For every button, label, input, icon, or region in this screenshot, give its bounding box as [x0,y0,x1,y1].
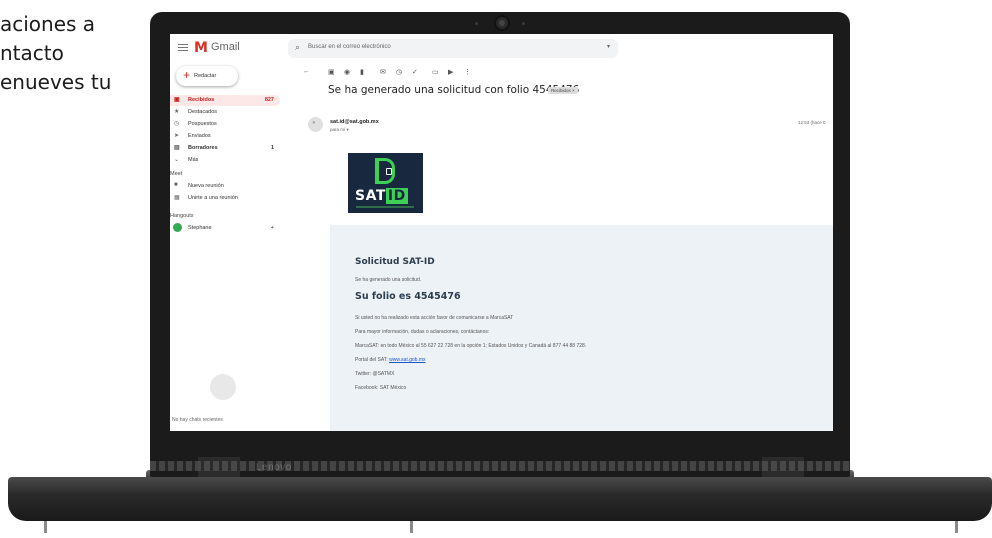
sat-id-mark-icon [375,158,395,184]
mark-unread-icon[interactable]: ✉ [380,68,386,76]
search-input[interactable]: ⌕ Buscar en el correo electrónico ▾ [288,39,618,58]
inbox-label-chip[interactable]: Recibidos × [548,87,578,94]
logo-wordmark: SAT ID [355,188,408,204]
snooze-icon[interactable]: ◷ [396,68,402,76]
gmail-logo-icon: M [194,40,208,56]
email-timestamp: 12:53 (hace 0 [798,120,826,125]
add-task-icon[interactable]: ✓ [412,68,418,76]
side-caption-line: ntacto [0,41,64,65]
person-icon: ● [312,120,316,126]
sidebar-item-new-meeting[interactable]: ■ Nueva reunión [170,181,280,192]
product-name: Gmail [211,41,240,53]
clock-icon: ◷ [174,121,180,127]
facebook-line: Facebook: SAT México [355,385,407,391]
sidebar-item-inbox[interactable]: ▣ Recibidos 827 [170,95,280,106]
generated-text: Se ha generado una solicitud. [355,277,422,283]
portal-line: Portal del SAT: www.sat.gob.mx [355,357,426,363]
recipient-details[interactable]: para mí ▾ [330,127,349,133]
report-spam-icon[interactable]: ◉ [344,68,350,76]
menu-icon[interactable] [178,44,188,51]
chat-bubble-icon [210,374,236,400]
lock-icon [386,168,392,175]
more-options-icon[interactable]: ⋮ [464,68,471,76]
delete-icon[interactable]: ▮ [360,68,364,76]
star-icon: ★ [174,109,180,115]
laptop-foot [410,521,413,533]
folio-heading: Su folio es 4545476 [355,291,461,302]
sidebar-item-sent[interactable]: ➤ Enviados [170,131,280,142]
compose-label: Redactar [194,73,217,79]
chevron-down-icon: ⌄ [174,157,180,163]
sidebar-item-join-meeting[interactable]: ▦ Unirte a una reunión [170,193,280,204]
laptop-lid: Lenovo M Gmail ⌕ Buscar en el correo ele… [150,12,850,477]
keyboard-icon: ▦ [174,195,180,201]
sidebar-item-starred[interactable]: ★ Destacados [170,107,280,118]
laptop-screen: M Gmail ⌕ Buscar en el correo electrónic… [170,34,833,431]
side-caption-line: aciones a [0,12,96,36]
chevron-down-icon[interactable]: ▾ [607,43,610,50]
search-placeholder: Buscar en el correo electrónico [308,44,391,50]
no-chats-text: No hay chats recientes [172,417,223,423]
body-line: Para mayor información, dudas o aclaraci… [355,329,490,335]
webcam-icon [496,17,508,29]
panel-title: Solicitud SAT-ID [355,257,435,267]
back-arrow-icon[interactable]: ← [303,68,310,75]
hangouts-user[interactable]: Stephane + [170,223,280,234]
side-caption-line: enueves tu [0,70,112,94]
sidebar-item-snoozed[interactable]: ◷ Pospuestos [170,119,280,130]
hangouts-heading: Hangouts [170,213,194,219]
label-icon[interactable]: ▶ [448,68,453,76]
chevron-down-icon[interactable]: + [271,225,274,231]
twitter-line: Twitter: @SATMX [355,371,395,377]
keyboard-edge [150,461,850,471]
email-body-panel: Solicitud SAT-ID Se ha generado una soli… [330,225,833,431]
video-icon: ■ [174,182,178,188]
gmail-header: M Gmail ⌕ Buscar en el correo electrónic… [170,34,833,62]
email-subject: Se ha generado una solicitud con folio 4… [328,84,580,96]
portal-link[interactable]: www.sat.gob.mx [389,357,425,363]
side-caption: aciones a ntacto enueves tu [0,10,150,97]
send-icon: ➤ [174,133,180,139]
laptop-base [8,477,992,521]
meet-heading: Meet [170,171,183,177]
sidebar: + Redactar ▣ Recibidos 827 ★ Destacados … [170,62,288,431]
email-view: ← ▣ ◉ ▮ ✉ ◷ ✓ ▭ ▶ ⋮ Se ha generado una s… [300,62,833,431]
laptop-foot [955,521,958,533]
avatar: ● [308,117,323,132]
archive-icon[interactable]: ▣ [328,68,335,76]
avatar [173,223,182,232]
draft-icon: ▤ [174,145,180,151]
compose-button[interactable]: + Redactar [176,66,238,86]
sidebar-item-more[interactable]: ⌄ Más [170,155,280,166]
laptop-foot [44,521,47,533]
plus-icon: + [183,68,191,82]
move-to-icon[interactable]: ▭ [432,68,439,76]
sidebar-item-drafts[interactable]: ▤ Borradores 1 [170,143,280,154]
body-line: Si usted no ha realizado esta acción fav… [355,315,514,321]
sender-address[interactable]: sat.id@sat.gob.mx [330,119,379,125]
search-icon: ⌕ [295,42,301,52]
sat-id-logo: SAT ID [348,153,423,213]
inbox-icon: ▣ [174,97,180,103]
body-line: MarcaSAT: en todo México al 55 627 22 72… [355,343,587,349]
